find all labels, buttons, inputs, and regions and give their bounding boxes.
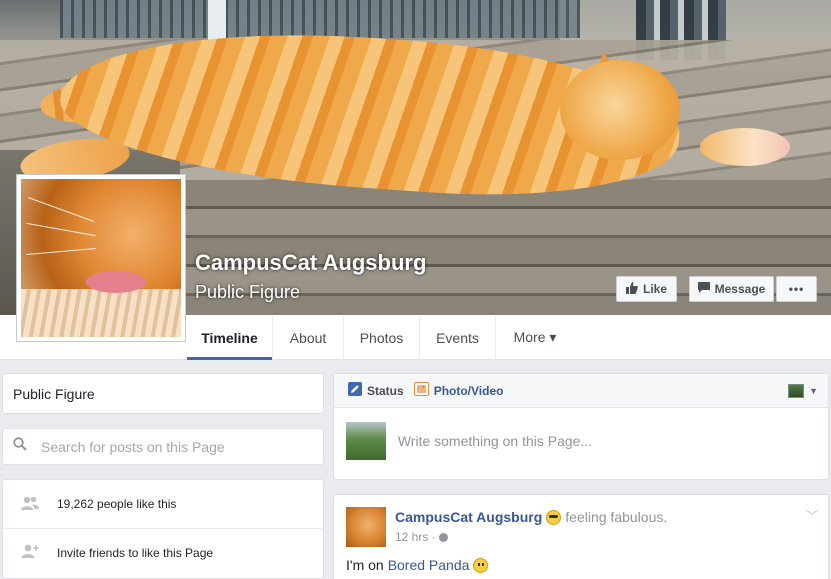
profile-picture[interactable] <box>16 174 186 342</box>
cover-railing-post <box>208 0 226 40</box>
photo-video-tab[interactable]: Photo/Video <box>413 382 504 399</box>
post-author-avatar[interactable] <box>346 507 386 547</box>
profile-cat-whisker <box>26 247 96 256</box>
post-body: I'm on Bored Panda <box>346 557 489 573</box>
page-post-search <box>2 428 324 465</box>
speech-bubble-icon <box>697 282 710 296</box>
sunglasses-emoji-icon <box>546 509 562 525</box>
pencil-icon <box>348 382 362 399</box>
post-feeling: feeling fabulous. <box>565 509 668 525</box>
thumbs-up-icon <box>625 281 638 297</box>
photo-icon <box>413 382 429 399</box>
page-identity-selector[interactable] <box>788 384 804 398</box>
tab-photos[interactable]: Photos <box>344 315 420 360</box>
status-tab[interactable]: Status <box>348 382 404 399</box>
feed-post: CampusCat Augsburg feeling fabulous. 12 … <box>333 494 829 579</box>
globe-icon[interactable] <box>438 532 448 542</box>
invite-friends-text: Invite friends to like this Page <box>57 545 214 560</box>
category-card: Public Figure <box>2 373 324 414</box>
search-input[interactable] <box>41 438 301 455</box>
page-category[interactable]: Public Figure <box>195 282 300 303</box>
cover-railing <box>60 0 580 38</box>
post-timestamp[interactable]: 12 hrs · <box>395 530 436 544</box>
tab-events[interactable]: Events <box>420 315 496 360</box>
composer-tabs: Status Photo/Video <box>334 374 828 408</box>
caret-down-icon[interactable]: ▼ <box>809 386 818 396</box>
page-title[interactable]: CampusCat Augsburg <box>195 250 426 276</box>
cover-cat-paw-right <box>700 128 790 166</box>
post-meta: 12 hrs · <box>395 530 448 544</box>
post-composer: Status Photo/Video ▼ <box>333 373 829 480</box>
more-dots-icon: ••• <box>788 282 805 296</box>
composer-body <box>334 408 828 474</box>
photo-video-tab-label: Photo/Video <box>433 383 504 398</box>
smile-emoji-icon <box>473 557 489 573</box>
like-button[interactable]: Like <box>616 276 677 302</box>
tab-more[interactable]: More ▾ <box>496 315 574 360</box>
message-button[interactable]: Message <box>689 276 774 302</box>
profile-cat-whisker <box>26 222 96 237</box>
page-stats-card: 19,262 people like this Invite friends t… <box>2 479 324 579</box>
profile-cat-tongue <box>86 271 146 293</box>
likes-count-text: 19,262 people like this <box>57 497 177 511</box>
profile-cat-whisker <box>27 197 95 222</box>
more-options-button[interactable]: ••• <box>776 276 817 302</box>
profile-cat-fur <box>21 289 181 337</box>
likes-row[interactable]: 19,262 people like this <box>3 480 323 528</box>
profile-picture-image <box>21 179 181 337</box>
post-page-link[interactable]: Bored Panda <box>388 557 470 573</box>
composer-avatar <box>346 422 386 460</box>
add-person-icon <box>21 544 39 561</box>
composer-input[interactable] <box>397 433 816 449</box>
people-icon <box>21 496 39 513</box>
status-tab-label: Status <box>367 383 404 398</box>
tab-timeline[interactable]: Timeline <box>187 315 273 360</box>
category-label[interactable]: Public Figure <box>13 386 95 402</box>
post-text: I'm on <box>346 557 384 573</box>
cover-cat-head <box>560 60 680 160</box>
post-author-link[interactable]: CampusCat Augsburg <box>395 509 542 525</box>
tab-about[interactable]: About <box>273 315 344 360</box>
like-button-label: Like <box>642 282 667 296</box>
invite-friends-row[interactable]: Invite friends to like this Page <box>3 528 323 576</box>
message-button-label: Message <box>714 282 766 296</box>
post-header: CampusCat Augsburg feeling fabulous. <box>395 509 667 525</box>
search-icon <box>13 437 27 456</box>
chevron-down-icon[interactable]: ﹀ <box>806 507 818 524</box>
